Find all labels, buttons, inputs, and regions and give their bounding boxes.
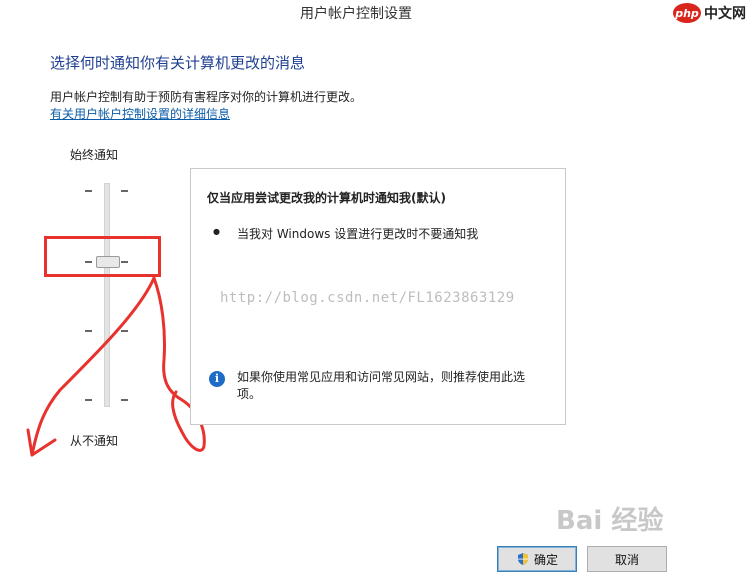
slider-track[interactable] [104, 183, 110, 407]
window-title: 用户帐户控制设置 [300, 6, 412, 22]
info-icon: i [209, 371, 225, 387]
slider-top-label: 始终通知 [70, 148, 119, 162]
panel-bullet-text: 当我对 Windows 设置进行更改时不要通知我 [237, 227, 479, 241]
panel-title: 仅当应用尝试更改我的计算机时通知我(默认) [207, 191, 446, 205]
slider-tick [121, 330, 128, 332]
slider-tick [121, 190, 128, 192]
slider-tick [85, 330, 92, 332]
annotation-arrow-line [30, 276, 156, 457]
slider-tick [121, 399, 128, 401]
baidu-watermark: Bai 经验 [556, 506, 664, 536]
page-heading: 选择何时通知你有关计算机更改的消息 [50, 54, 306, 72]
page-description: 用户帐户控制有助于预防有害程序对你的计算机进行更改。 [50, 90, 363, 104]
annotation-highlight-box [44, 236, 161, 277]
slider-tick [85, 399, 92, 401]
php-logo: php 中文网 [673, 2, 746, 24]
title-bar: 用户帐户控制设置 php 中文网 [0, 0, 752, 28]
slider-bottom-label: 从不通知 [70, 434, 119, 448]
ok-button[interactable]: 确定 [497, 546, 577, 572]
annotation-arrowhead [26, 428, 57, 457]
php-badge: php [673, 3, 701, 23]
cancel-button-label: 取消 [614, 552, 639, 567]
logo-text: 中文网 [704, 6, 746, 22]
slider-tick [85, 190, 92, 192]
details-link[interactable]: 有关用户帐户控制设置的详细信息 [50, 105, 230, 122]
info-text: 如果你使用常见应用和访问常见网站，则推荐使用此选项。 [237, 370, 526, 401]
panel-bullet: 当我对 Windows 设置进行更改时不要通知我 [213, 225, 478, 242]
watermark-url: http://blog.csdn.net/FL1623863129 [220, 290, 515, 306]
cancel-button[interactable]: 取消 [587, 546, 667, 572]
shield-icon [517, 553, 528, 565]
ok-button-label: 确定 [533, 552, 558, 567]
